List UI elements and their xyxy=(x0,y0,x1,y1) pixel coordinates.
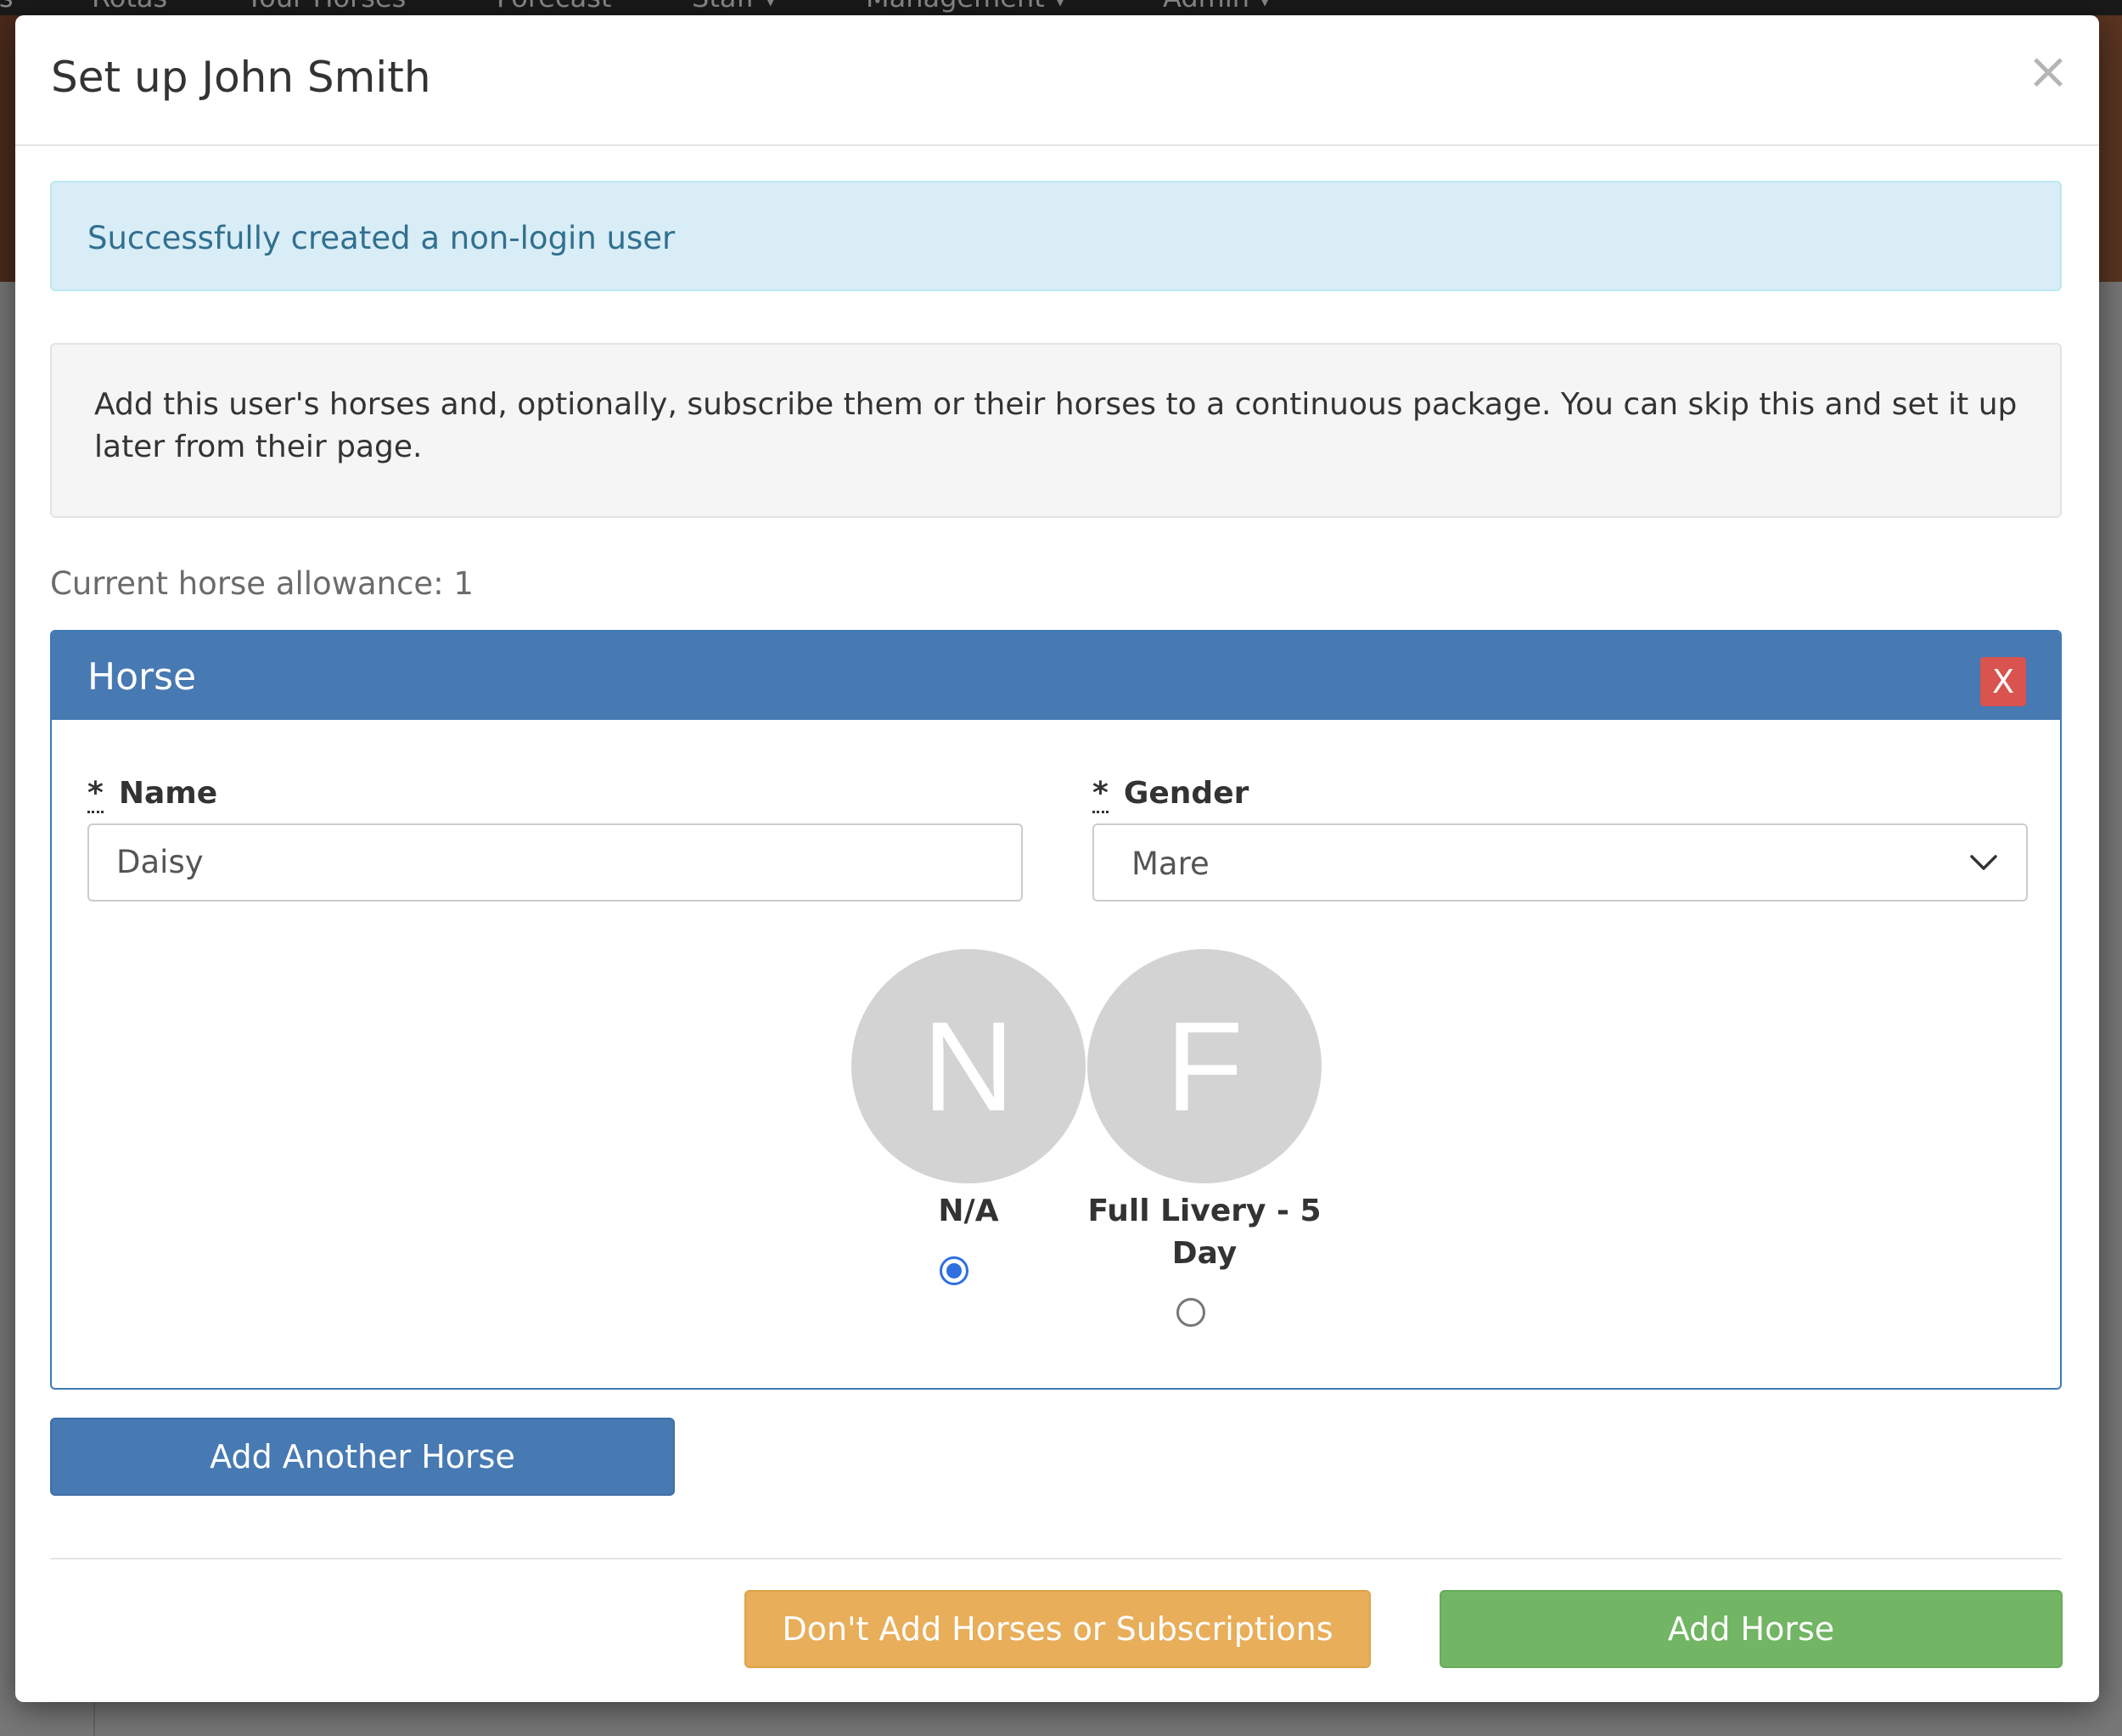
add-horse-button[interactable]: Add Horse xyxy=(1440,1590,2063,1668)
package-avatar-full-livery: F xyxy=(1087,949,1322,1183)
modal-title: Set up John Smith xyxy=(51,53,431,102)
package-radio-full-livery[interactable] xyxy=(1176,1298,1205,1327)
gender-label-text: Gender xyxy=(1123,776,1249,811)
background-navbar: ls Rotas Your Horses Forecast Staff ▾ Ma… xyxy=(0,0,2122,15)
nav-item-staff: Staff ▾ xyxy=(692,0,778,14)
chevron-down-icon xyxy=(1970,855,1997,870)
close-icon[interactable]: × xyxy=(2023,46,2074,97)
remove-horse-button[interactable]: X xyxy=(1980,657,2026,706)
add-another-horse-button[interactable]: Add Another Horse xyxy=(50,1418,675,1496)
success-alert: Successfully created a non-login user xyxy=(50,181,2062,291)
package-option-full-livery: F Full Livery - 5 Day xyxy=(1086,949,1323,1275)
footer-divider xyxy=(50,1558,2062,1559)
package-radio-na[interactable] xyxy=(940,1256,968,1285)
required-marker: * xyxy=(87,776,104,813)
nav-item-management: Management ▾ xyxy=(866,0,1067,14)
nav-item-your-horses: Your Horses xyxy=(246,0,406,14)
setup-user-modal: Set up John Smith × Successfully created… xyxy=(15,15,2099,1702)
package-option-na: N N/A xyxy=(850,949,1087,1233)
info-text: Add this user's horses and, optionally, … xyxy=(94,387,2018,464)
name-label: * Name xyxy=(87,776,218,813)
gender-select-value: Mare xyxy=(1131,846,1210,882)
nav-item-forecast: Forecast xyxy=(497,0,611,14)
nav-item-rotas: Rotas xyxy=(92,0,167,14)
package-label-na: N/A xyxy=(938,1194,999,1228)
horse-panel-heading: Horse X xyxy=(52,632,2060,720)
required-marker: * xyxy=(1092,776,1109,813)
horse-allowance-text: Current horse allowance: 1 xyxy=(50,565,474,602)
info-well: Add this user's horses and, optionally, … xyxy=(50,343,2062,518)
horse-name-input[interactable]: Daisy xyxy=(87,823,1023,902)
nav-item-admin: Admin ▾ xyxy=(1163,0,1272,14)
gender-select[interactable]: Mare xyxy=(1092,823,2028,902)
package-avatar-na: N xyxy=(851,949,1086,1183)
skip-horses-button[interactable]: Don't Add Horses or Subscriptions xyxy=(744,1590,1371,1668)
nav-item: ls xyxy=(0,0,14,14)
success-alert-text: Successfully created a non-login user xyxy=(87,220,676,256)
modal-header: Set up John Smith × xyxy=(15,15,2099,146)
horse-panel: Horse X * Name Daisy * Gender Mare N N/A F… xyxy=(50,630,2062,1390)
name-label-text: Name xyxy=(118,776,218,811)
gender-label: * Gender xyxy=(1092,776,1249,813)
package-label-full-livery: Full Livery - 5 Day xyxy=(1087,1194,1322,1271)
horse-panel-title: Horse xyxy=(87,655,197,699)
